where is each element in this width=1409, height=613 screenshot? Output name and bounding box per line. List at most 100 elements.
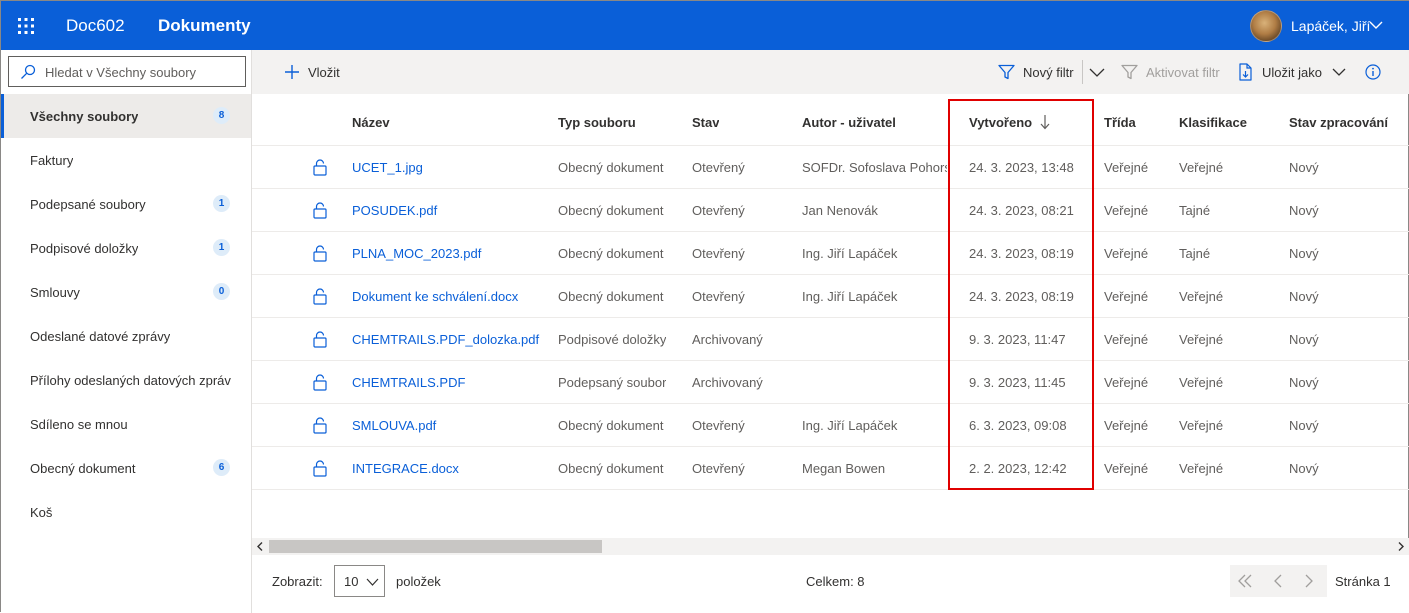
count-badge: 6 xyxy=(213,459,230,476)
file-name-link[interactable]: UCET_1.jpg xyxy=(352,146,552,189)
status-cell: Otevřený xyxy=(692,246,745,261)
processing-cell: Nový xyxy=(1289,461,1319,476)
sidebar-item-obecny-dokument[interactable]: Obecný dokument 6 xyxy=(1,446,251,490)
sidebar-item-podpisove-dolozky[interactable]: Podpisové doložky 1 xyxy=(1,226,251,270)
activate-filter-button[interactable]: Aktivovat filtr xyxy=(1121,50,1220,94)
sidebar-item-podepsane-soubory[interactable]: Podepsané soubory 1 xyxy=(1,182,251,226)
lock-icon[interactable] xyxy=(313,245,327,262)
filter-dropdown-button[interactable] xyxy=(1089,50,1113,94)
class-cell: Veřejné xyxy=(1104,160,1149,175)
page-size-dropdown[interactable]: 10 xyxy=(334,565,385,597)
table-row[interactable]: Dokument ke schválení.docx Obecný dokumen… xyxy=(252,275,1409,318)
file-name-link[interactable]: POSUDEK.pdf xyxy=(352,189,552,232)
processing-cell: Nový xyxy=(1289,289,1319,304)
author-cell xyxy=(802,318,947,361)
file-type-cell: Podpisové doložky xyxy=(558,332,667,347)
new-filter-label: Nový filtr xyxy=(1023,64,1074,80)
column-header-status[interactable]: Stav xyxy=(692,94,719,146)
divider xyxy=(1082,60,1083,84)
column-header-processing[interactable]: Stav zpracování xyxy=(1289,94,1388,146)
sidebar-item-label: Smlouvy xyxy=(30,284,80,300)
command-bar: Vložit Nový filtr Aktivovat filtr Uložit… xyxy=(252,50,1409,94)
sidebar: Všechny soubory 8 Faktury Podepsané soub… xyxy=(1,50,252,613)
sidebar-item-label: Odeslané datové zprávy xyxy=(30,328,171,344)
sidebar-item-label: Podepsané soubory xyxy=(30,196,146,212)
chevron-left-icon[interactable] xyxy=(254,540,267,553)
classification-cell: Veřejné xyxy=(1179,332,1224,347)
file-name-link[interactable]: Dokument ke schválení.docx xyxy=(352,275,552,318)
save-as-icon xyxy=(1239,63,1252,81)
insert-button[interactable]: Vložit xyxy=(284,50,340,94)
author-cell: Ing. Jiří Lapáček xyxy=(802,418,898,433)
chevron-down-icon[interactable] xyxy=(1369,18,1383,32)
sidebar-item-odeslane-datove-zpravy[interactable]: Odeslané datové zprávy xyxy=(1,314,251,358)
created-cell: 24. 3. 2023, 08:19 xyxy=(969,246,1074,261)
previous-page-icon[interactable] xyxy=(1269,572,1287,590)
info-icon xyxy=(1365,64,1381,80)
lock-icon[interactable] xyxy=(313,202,327,219)
classification-cell: Veřejné xyxy=(1179,418,1224,433)
table-row[interactable]: CHEMTRAILS.PDF_dolozka.pdf Podpisové dolo… xyxy=(252,318,1409,361)
table-row[interactable]: INTEGRACE.docx Obecný dokument Otevřený Meg… xyxy=(252,447,1409,490)
activate-filter-label: Aktivovat filtr xyxy=(1146,64,1220,80)
count-badge: 1 xyxy=(213,239,230,256)
app-name[interactable]: Doc602 xyxy=(66,16,125,36)
lock-icon[interactable] xyxy=(313,460,327,477)
processing-cell: Nový xyxy=(1289,160,1319,175)
sidebar-item-vsechny-soubory[interactable]: Všechny soubory 8 xyxy=(1,94,251,138)
new-filter-button[interactable]: Nový filtr xyxy=(998,50,1074,94)
sidebar-item-sdileno-se-mnou[interactable]: Sdíleno se mnou xyxy=(1,402,251,446)
first-page-icon[interactable] xyxy=(1236,572,1254,590)
scrollbar-thumb[interactable] xyxy=(269,540,602,553)
column-header-type[interactable]: Typ souboru xyxy=(558,94,636,146)
lock-icon[interactable] xyxy=(313,288,327,305)
items-label: položek xyxy=(396,574,441,589)
class-cell: Veřejné xyxy=(1104,203,1149,218)
save-as-button[interactable]: Uložit jako xyxy=(1238,50,1346,94)
classification-cell: Veřejné xyxy=(1179,160,1224,175)
sidebar-item-faktury[interactable]: Faktury xyxy=(1,138,251,182)
class-cell: Veřejné xyxy=(1104,246,1149,261)
column-header-created[interactable]: Vytvořeno xyxy=(969,94,1050,146)
info-button[interactable] xyxy=(1365,50,1389,94)
search-box[interactable] xyxy=(8,56,246,87)
table-row[interactable]: PLNA_MOC_2023.pdf Obecný dokument Otevřený… xyxy=(252,232,1409,275)
lock-icon[interactable] xyxy=(313,159,327,176)
user-name[interactable]: Lapáček, Jiří xyxy=(1291,18,1370,34)
sidebar-item-smlouvy[interactable]: Smlouvy 0 xyxy=(1,270,251,314)
status-cell: Otevřený xyxy=(692,289,745,304)
classification-cell: Tajné xyxy=(1179,203,1211,218)
file-name-link[interactable]: CHEMTRAILS.PDF_dolozka.pdf xyxy=(352,318,552,361)
table-header: Název Typ souboru Stav Autor - uživatel … xyxy=(252,94,1409,146)
column-header-name[interactable]: Název xyxy=(352,94,390,146)
sidebar-item-prilohy-odeslanych[interactable]: Přílohy odeslaných datových zpráv xyxy=(1,358,251,402)
chevron-right-icon[interactable] xyxy=(1394,540,1407,553)
table-row[interactable]: POSUDEK.pdf Obecný dokument Otevřený Jan Ne… xyxy=(252,189,1409,232)
next-page-icon[interactable] xyxy=(1300,572,1318,590)
top-bar: Doc602 Dokumenty Lapáček, Jiří xyxy=(1,1,1409,50)
table-row[interactable]: CHEMTRAILS.PDF Podepsaný soubor Archivovan… xyxy=(252,361,1409,404)
file-name-link[interactable]: SMLOUVA.pdf xyxy=(352,404,552,447)
sidebar-item-kos[interactable]: Koš xyxy=(1,490,251,534)
file-name-link[interactable]: INTEGRACE.docx xyxy=(352,447,552,490)
file-name-link[interactable]: PLNA_MOC_2023.pdf xyxy=(352,232,552,275)
insert-label: Vložit xyxy=(308,64,340,80)
plus-icon xyxy=(285,65,299,79)
lock-icon[interactable] xyxy=(313,417,327,434)
file-name-link[interactable]: CHEMTRAILS.PDF xyxy=(352,361,552,404)
lock-icon[interactable] xyxy=(313,374,327,391)
search-input[interactable] xyxy=(45,62,241,82)
avatar[interactable] xyxy=(1250,10,1282,42)
lock-icon[interactable] xyxy=(313,331,327,348)
table-row[interactable]: SMLOUVA.pdf Obecný dokument Otevřený Ing. J… xyxy=(252,404,1409,447)
horizontal-scrollbar[interactable] xyxy=(252,538,1409,555)
table-row[interactable]: UCET_1.jpg Obecný dokument Otevřený SOFDr. … xyxy=(252,146,1409,189)
app-launcher-icon[interactable] xyxy=(18,18,34,34)
column-header-class[interactable]: Třída xyxy=(1104,94,1136,146)
column-header-classification[interactable]: Klasifikace xyxy=(1179,94,1247,146)
sidebar-item-label: Sdíleno se mnou xyxy=(30,416,128,432)
created-cell: 6. 3. 2023, 09:08 xyxy=(969,418,1067,433)
created-cell: 2. 2. 2023, 12:42 xyxy=(969,461,1067,476)
column-header-author[interactable]: Autor - uživatel xyxy=(802,94,896,146)
file-type-cell: Obecný dokument xyxy=(558,418,664,433)
